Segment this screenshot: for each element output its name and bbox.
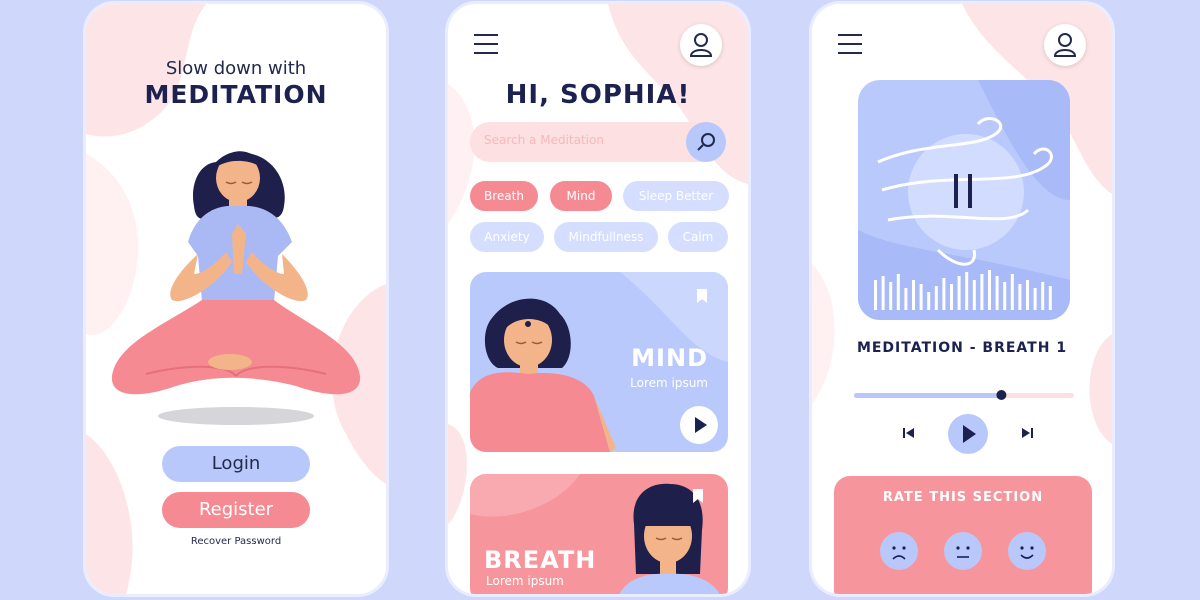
rate-section: RATE THIS SECTION [834,476,1092,594]
waveform-bar [995,276,999,310]
waveform-bar [874,280,877,310]
search-input[interactable] [482,132,676,148]
audio-waveform [874,270,1052,310]
waveform-bar [980,274,984,310]
waveform-bar [1003,282,1007,310]
card-title-mind: MIND [631,344,708,372]
bookmark-icon[interactable] [692,488,704,504]
rate-title: RATE THIS SECTION [882,490,1044,505]
chip-sleep-better[interactable]: Sleep Better [623,181,729,211]
play-button[interactable] [680,406,718,444]
chip-mind[interactable]: Mind [550,181,612,211]
menu-icon[interactable] [838,34,862,54]
waveform-bar [912,280,915,310]
search-bar [470,122,726,162]
track-title: MEDITATION - BREATH 1 [856,340,1068,356]
waveform-bar [1018,284,1022,310]
waveform-bar [919,284,923,310]
waveform-bar [950,284,953,310]
profile-avatar[interactable] [1044,24,1086,66]
progress-slider[interactable] [854,390,1074,400]
greeting-title: HI, SOPHIA! [505,80,691,110]
previous-track-icon[interactable] [902,426,916,440]
waveform-bar [889,282,893,310]
welcome-subtitle: Slow down with [165,58,307,79]
profile-avatar[interactable] [680,24,722,66]
waveform-bar [1010,274,1014,310]
card-subtitle-mind: Lorem ipsum [630,376,708,390]
card-title-breath: BREATH [484,546,597,574]
waveform-bar [881,276,885,310]
play-icon [695,417,707,433]
menu-icon[interactable] [474,34,498,54]
meditating-woman-illustration [111,151,361,425]
chip-mindfullness[interactable]: Mindfullness [554,222,658,252]
user-icon [1053,33,1077,57]
welcome-title: MEDITATION [144,80,328,109]
search-icon [697,133,715,151]
waveform-bar [957,276,961,310]
waveform-bar [1033,288,1037,310]
home-screen: HI, SOPHIA! Breath Mind Sleep Better Anx… [448,4,748,594]
next-track-icon[interactable] [1020,426,1034,440]
card-subtitle-breath: Lorem ipsum [486,574,564,588]
chip-breath[interactable]: Breath [470,181,538,211]
breath-card[interactable]: BREATH Lorem ipsum [470,474,728,594]
recover-password-link[interactable]: Recover Password [86,536,386,547]
track-artwork [858,80,1070,320]
chip-anxiety[interactable]: Anxiety [470,222,544,252]
waveform-bar [988,270,991,310]
player-screen: MEDITATION - BREATH 1 RATE THIS SECTION [812,4,1112,594]
waveform-bar [965,272,969,310]
neutral-face-icon[interactable] [944,532,982,570]
happy-face-icon[interactable] [1008,532,1046,570]
chip-calm[interactable]: Calm [668,222,728,252]
waveform-bar [1048,286,1052,310]
bookmark-icon[interactable] [696,288,708,304]
play-icon [963,425,976,443]
waveform-bar [942,278,946,310]
user-icon [689,33,713,57]
login-button[interactable]: Login [162,446,310,482]
register-button[interactable]: Register [162,492,310,528]
waveform-bar [972,280,976,310]
waveform-bar [1026,280,1029,310]
play-button[interactable] [948,414,988,454]
mind-card[interactable]: MIND Lorem ipsum [470,272,728,452]
waveform-bar [927,292,931,310]
waveform-bar [896,274,900,310]
waveform-bar [904,288,908,310]
sad-face-icon[interactable] [880,532,918,570]
welcome-screen: Slow down with MEDITATION Login Register [86,4,386,594]
waveform-bar [934,286,938,310]
search-button[interactable] [686,122,726,162]
waveform-bar [1041,282,1045,310]
